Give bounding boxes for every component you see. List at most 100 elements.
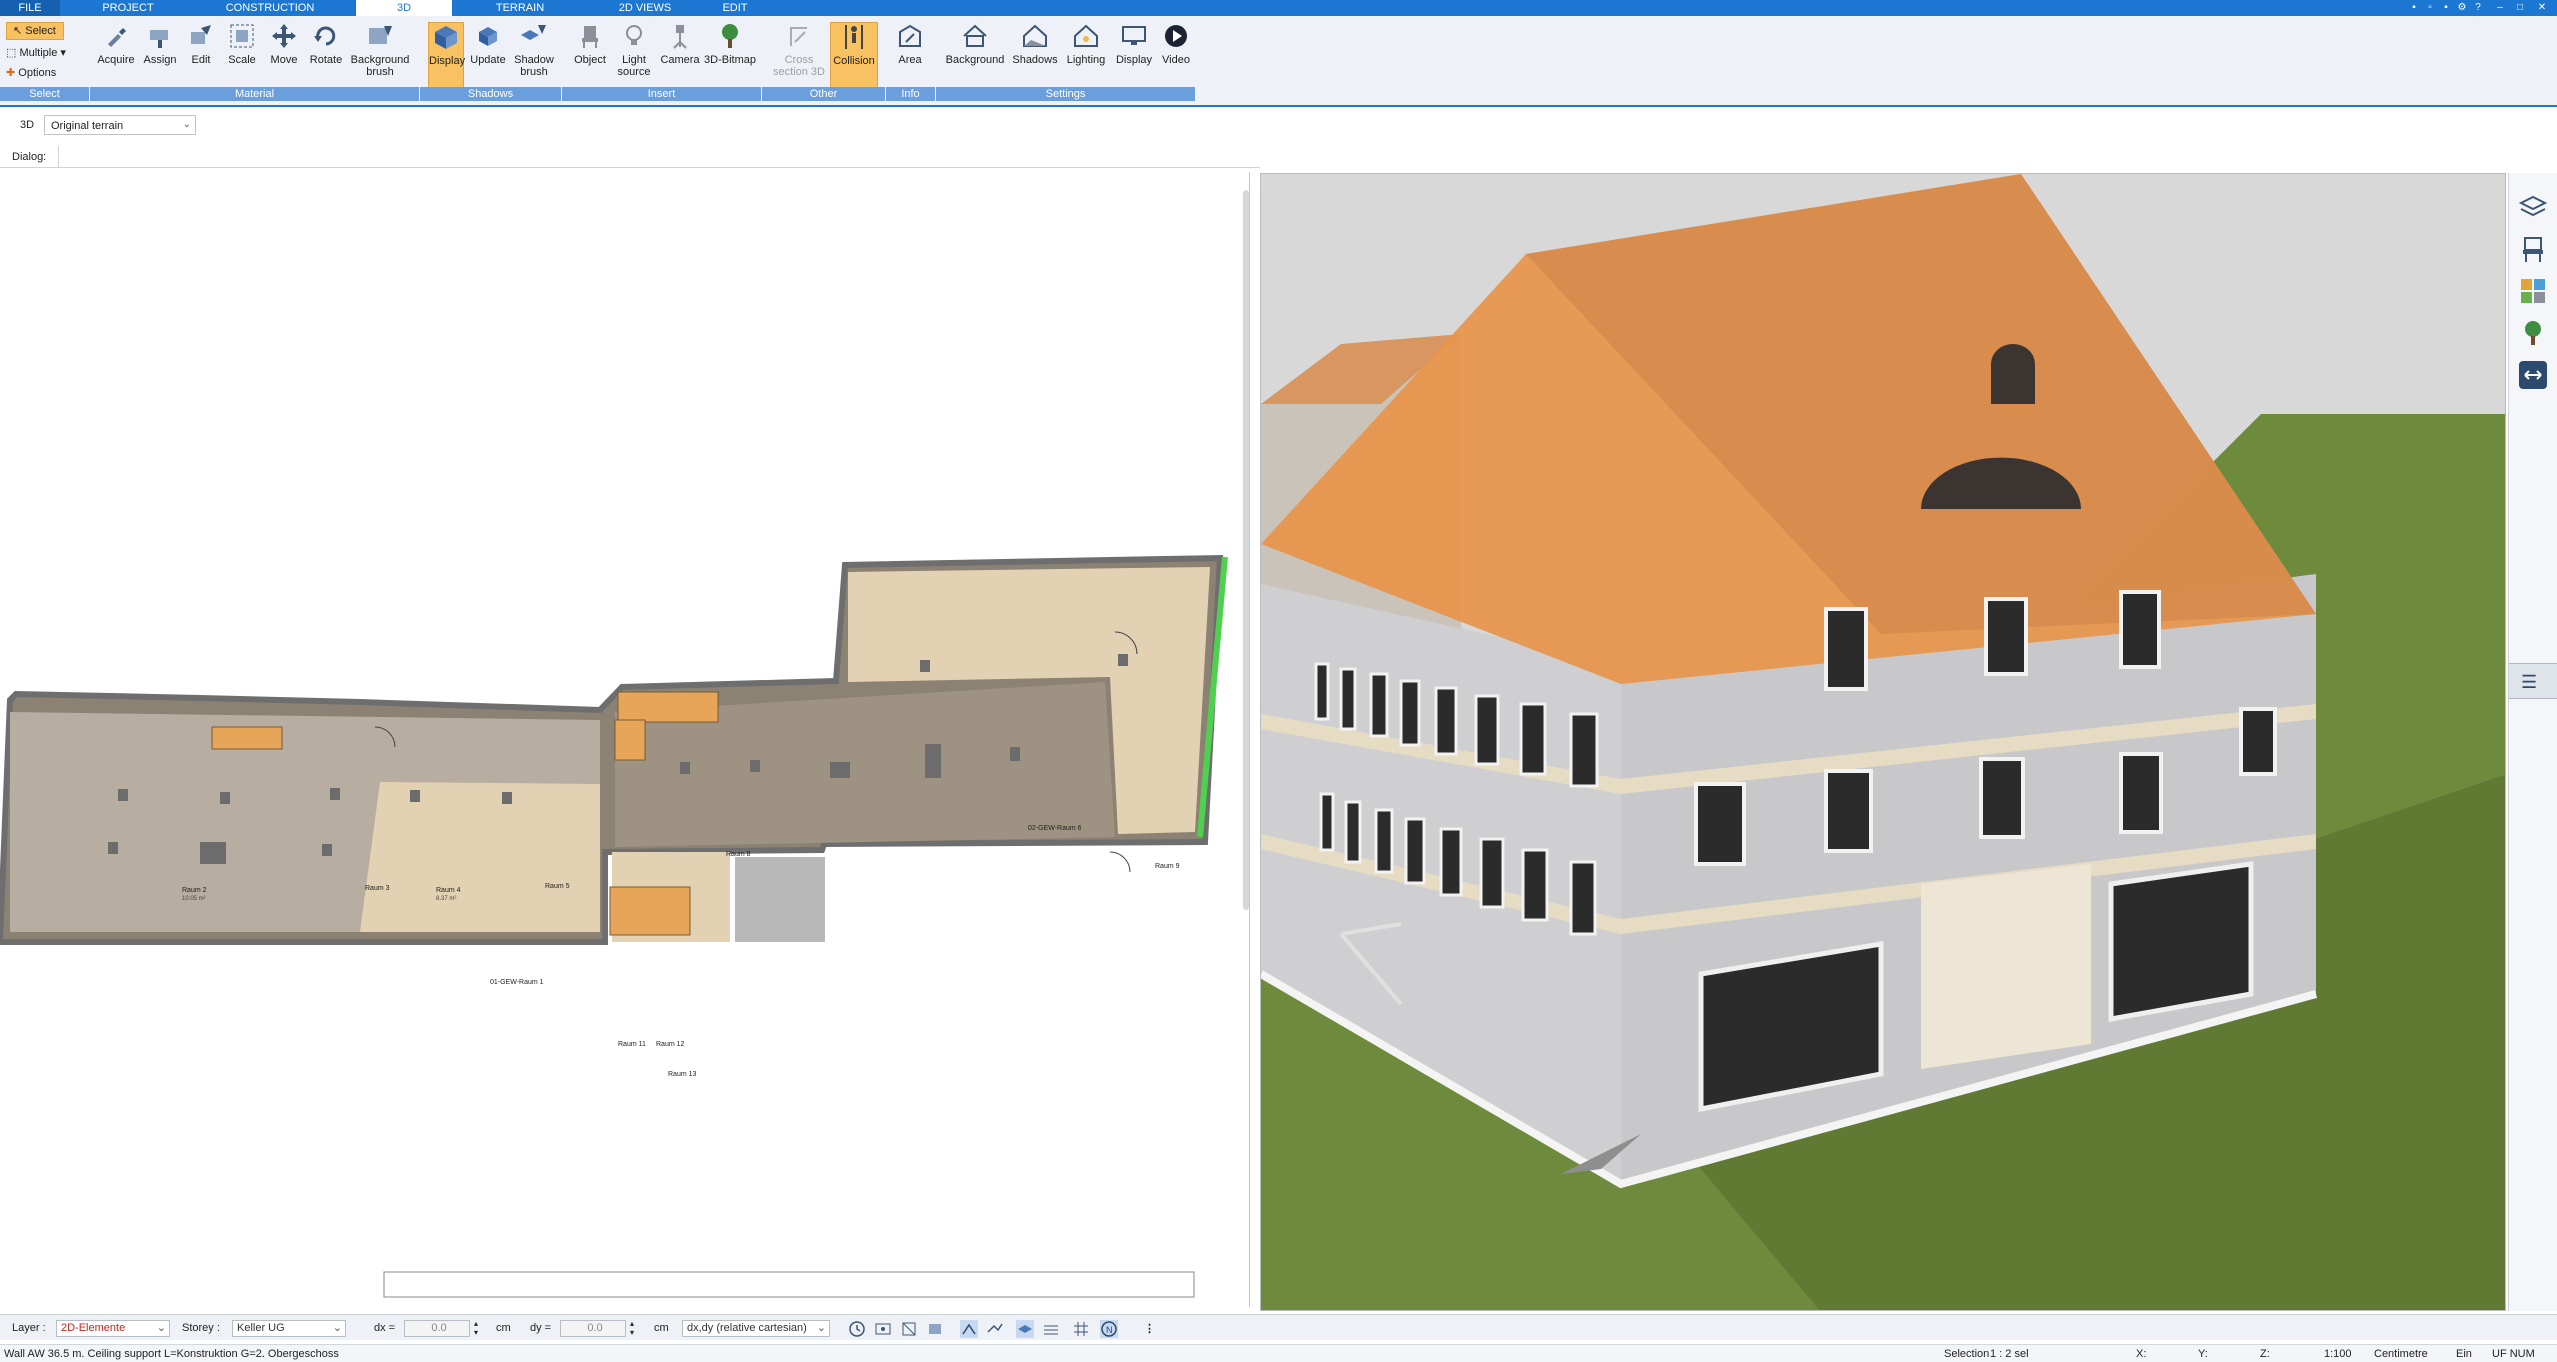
dock-handle[interactable]: ☰ — [2509, 663, 2557, 699]
snap-wall-icon[interactable] — [926, 1320, 944, 1338]
shadows-settings-button[interactable]: Shadows — [1010, 22, 1060, 92]
group-other: Other — [762, 87, 886, 101]
move-button[interactable]: Move — [266, 22, 302, 92]
dx-spinner-icon[interactable]: ▴ ▾ — [474, 1319, 478, 1337]
shadow-brush-button[interactable]: Shadow brush — [510, 22, 558, 92]
swap-icon[interactable] — [2517, 359, 2549, 391]
north-arrow-icon[interactable]: N — [1100, 1320, 1118, 1338]
scale-button[interactable]: Scale — [224, 22, 260, 92]
status-bar: Wall AW 36.5 m. Ceiling support L=Konstr… — [0, 1344, 2557, 1362]
options-button[interactable]: ✚ Options — [6, 64, 56, 82]
materials-icon[interactable] — [2517, 275, 2549, 307]
hatch-icon[interactable] — [1042, 1320, 1060, 1338]
rotate-button[interactable]: Rotate — [306, 22, 346, 92]
tab-2d-views[interactable]: 2D VIEWS — [600, 0, 690, 16]
update-shadows-label: Update — [470, 54, 506, 66]
edit-material-button[interactable]: Edit — [184, 22, 218, 92]
3d-scene[interactable] — [1261, 174, 2506, 1311]
plan-stairs-north — [617, 691, 719, 723]
plan-room-13-floor — [735, 857, 825, 942]
display-settings-button[interactable]: Display — [1110, 22, 1158, 92]
mode-value: Ein — [2456, 1348, 2472, 1360]
tab-project[interactable]: PROJECT — [88, 0, 168, 16]
lighting-button[interactable]: Lighting — [1062, 22, 1110, 92]
grid-icon[interactable] — [1072, 1320, 1090, 1338]
3d-view-panel[interactable] — [1260, 173, 2506, 1311]
maximize-icon[interactable]: □ — [2514, 2, 2526, 14]
restore-panel-icon[interactable]: ▫ — [2424, 2, 2436, 14]
settings-gear-icon[interactable]: ⚙ — [2456, 2, 2468, 14]
plan-pillar — [680, 762, 690, 774]
tab-construction[interactable]: CONSTRUCTION — [215, 0, 325, 16]
assign-button[interactable]: Assign — [140, 22, 180, 92]
snap-object-icon[interactable] — [900, 1320, 918, 1338]
more-options-icon[interactable]: ⋮ — [1144, 1322, 1155, 1335]
plan-vertical-scrollbar[interactable] — [1243, 190, 1249, 910]
angle-snap-icon[interactable] — [986, 1320, 1004, 1338]
shadows-display-button[interactable]: Display — [428, 22, 465, 92]
plan-room-label: Raum 8 — [726, 851, 751, 858]
snap-grid-icon[interactable] — [874, 1320, 892, 1338]
acquire-button[interactable]: Acquire — [96, 22, 136, 92]
dy-spinner-icon[interactable]: ▴ ▾ — [630, 1319, 634, 1337]
dy-input[interactable]: 0.0 — [560, 1320, 626, 1337]
help-icon[interactable]: ? — [2472, 2, 2484, 14]
tree-icon[interactable] — [2517, 317, 2549, 349]
help-window-icon[interactable]: ▪ — [2408, 2, 2420, 14]
collision-button[interactable]: Collision — [830, 22, 878, 92]
3d-bitmap-button[interactable]: 3D-Bitmap — [704, 22, 756, 92]
background-house-icon — [963, 24, 987, 47]
layers-icon[interactable] — [2517, 191, 2549, 223]
layer-visibility-icon[interactable] — [1016, 1320, 1034, 1338]
insert-object-button[interactable]: Object — [570, 22, 610, 92]
plan-bottom-frame — [383, 1271, 1195, 1298]
select-button[interactable]: ↖ Select — [6, 22, 64, 40]
coordinate-mode-value: dx,dy (relative cartesian) — [687, 1322, 807, 1334]
cross-section-3d-button[interactable]: Cross section 3D — [772, 22, 826, 92]
layer-dropdown[interactable]: 2D-Elemente ⌄ — [56, 1320, 170, 1337]
plus-icon: ✚ — [6, 67, 19, 79]
update-shadows-button[interactable]: Update — [468, 22, 508, 92]
coordinate-mode-dropdown[interactable]: dx,dy (relative cartesian) ⌄ — [682, 1320, 830, 1337]
tab-terrain[interactable]: TERRAIN — [480, 0, 560, 16]
floor-plan-panel[interactable]: Raum 2 10.05 m² Raum 3 Raum 4 8.37 m² Ra… — [0, 172, 1250, 1307]
scale-icon — [230, 24, 254, 48]
chevron-down-icon: ⌄ — [156, 1322, 166, 1334]
multiple-dropdown[interactable]: ⬚ Multiple ▾ — [6, 44, 66, 62]
move-label: Move — [270, 54, 298, 66]
minimize-icon[interactable]: – — [2494, 2, 2506, 14]
close-icon[interactable]: ✕ — [2536, 2, 2548, 14]
tab-file[interactable]: FILE — [0, 0, 60, 16]
area-button[interactable]: Area — [890, 22, 930, 92]
plan-room-label: Raum 9 — [1155, 863, 1180, 870]
plan-room-label: Raum 12 — [656, 1041, 685, 1048]
garage-door-right — [2108, 861, 2254, 1022]
storey-dropdown[interactable]: Keller UG ⌄ — [232, 1320, 346, 1337]
dy-label: dy = — [530, 1322, 552, 1334]
plan-stairs-west — [211, 726, 283, 750]
ortho-icon[interactable] — [960, 1320, 978, 1338]
area-label: Area — [898, 54, 922, 66]
light-source-label: Light source — [617, 54, 651, 78]
background-brush-button[interactable]: Background brush — [348, 22, 412, 92]
plan-pillar — [920, 660, 930, 672]
palette-icon[interactable]: ▪ — [2440, 2, 2452, 14]
clock-icon[interactable] — [848, 1320, 866, 1338]
dx-label: dx = — [374, 1322, 396, 1334]
video-button[interactable]: Video — [1156, 22, 1196, 92]
floor-plan-drawing[interactable]: Raum 2 10.05 m² Raum 3 Raum 4 8.37 m² Ra… — [0, 172, 1240, 1302]
cursor-icon: ↖ — [13, 25, 26, 37]
x-coordinate-label: X: — [2136, 1348, 2147, 1360]
background-settings-button[interactable]: Background — [942, 22, 1008, 92]
shadow-brush-icon — [521, 25, 546, 40]
chair-icon[interactable] — [2517, 233, 2549, 265]
dx-input[interactable]: 0.0 — [404, 1320, 470, 1337]
terrain-view-dropdown[interactable]: Original terrain ⌄ — [44, 115, 196, 135]
camera-button[interactable]: Camera — [658, 22, 702, 92]
light-source-button[interactable]: Light source — [612, 22, 656, 92]
plan-room-label: Raum 2 — [182, 887, 207, 894]
tab-edit[interactable]: EDIT — [705, 0, 765, 16]
plan-pillar — [1118, 654, 1128, 666]
plan-stairs-south — [609, 886, 691, 936]
terrain-view-value: Original terrain — [51, 120, 124, 132]
